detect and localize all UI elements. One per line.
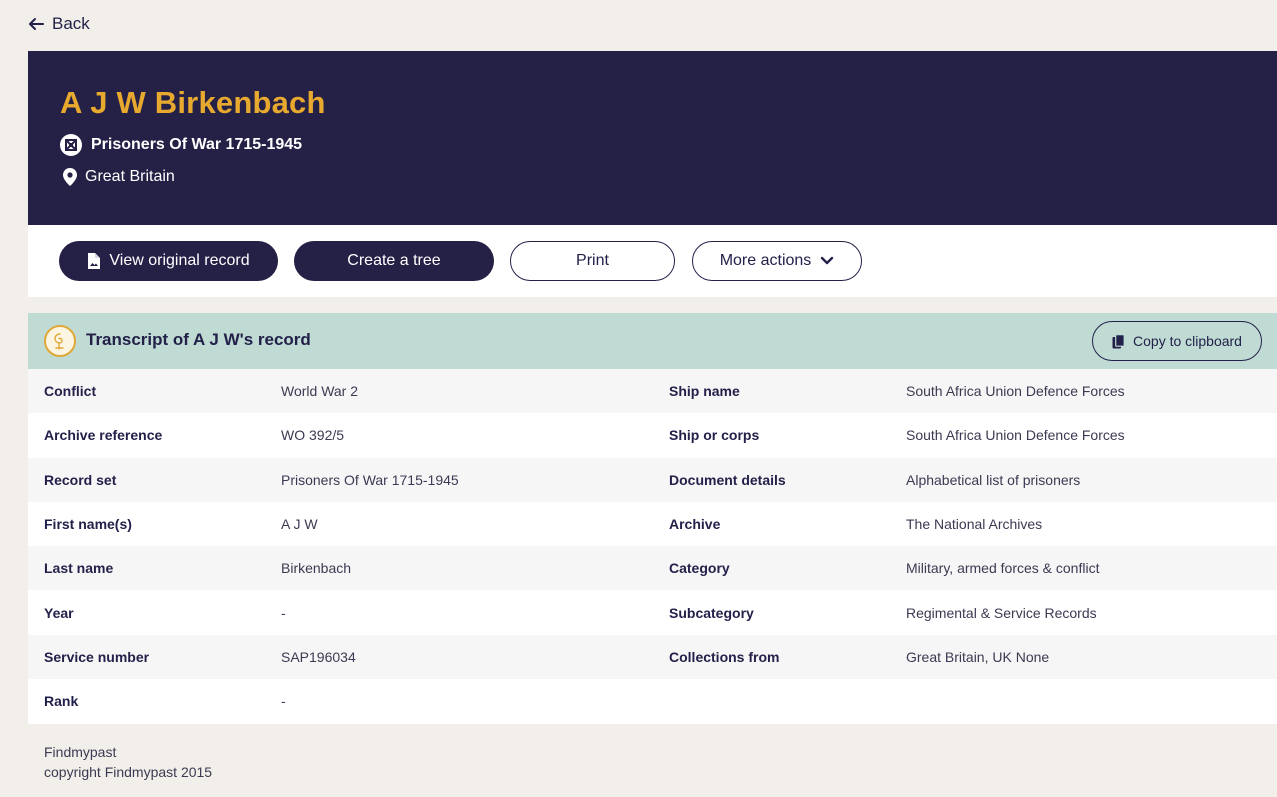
field-label: First name(s) — [44, 516, 132, 533]
back-link[interactable]: Back — [28, 13, 90, 35]
field-label: Archive — [669, 516, 721, 533]
field-value: South Africa Union Defence Forces — [906, 383, 1125, 400]
crest-icon — [60, 134, 82, 156]
field-value: Alphabetical list of prisoners — [906, 471, 1081, 488]
copy-label: Copy to clipboard — [1133, 333, 1242, 349]
table-row: Service number SAP196034 Collections fro… — [28, 634, 1277, 680]
more-actions-label: More actions — [719, 252, 812, 269]
table-row: Archive reference WO 392/5 Ship or corps… — [28, 413, 1277, 457]
field-label: Category — [669, 560, 730, 577]
record-header: A J W Birkenbach Prisoners Of War 1715-1… — [28, 51, 1277, 225]
print-label: Print — [576, 252, 609, 269]
field-value: Regimental & Service Records — [906, 604, 1097, 621]
collection-name: Prisoners Of War 1715-1945 — [91, 136, 303, 153]
field-label: Record set — [44, 471, 117, 488]
field-value: Prisoners Of War 1715-1945 — [281, 471, 459, 488]
field-value: - — [281, 604, 286, 621]
more-actions-button[interactable]: More actions — [692, 241, 862, 281]
field-label: Conflict — [44, 383, 97, 400]
field-value: - — [281, 693, 286, 710]
chevron-down-icon — [821, 256, 834, 265]
back-label: Back — [52, 14, 90, 33]
field-label: Subcategory — [669, 604, 754, 621]
field-value: A J W — [281, 516, 318, 533]
field-value: Birkenbach — [281, 560, 352, 577]
field-label: Year — [44, 604, 74, 621]
create-tree-button[interactable]: Create a tree — [294, 241, 494, 281]
copy-icon — [1112, 333, 1125, 348]
document-image-icon — [88, 253, 101, 269]
field-value: The National Archives — [906, 516, 1043, 533]
table-row: First name(s) A J W Archive The National… — [28, 502, 1277, 546]
transcript-table: Conflict World War 2 Ship name South Afr… — [28, 369, 1277, 723]
field-value: WO 392/5 — [281, 427, 345, 444]
view-original-record-button[interactable]: View original record — [59, 241, 278, 281]
footer: Findmypast copyright Findmypast 2015 — [44, 742, 212, 782]
field-value: SAP196034 — [281, 648, 356, 665]
field-label: Document details — [669, 471, 786, 488]
transcript-panel: Transcript of A J W's record Copy to cli… — [28, 313, 1277, 724]
copy-to-clipboard-button[interactable]: Copy to clipboard — [1092, 321, 1262, 361]
map-pin-icon — [63, 168, 77, 186]
field-label: Ship or corps — [669, 427, 760, 444]
location-name: Great Britain — [85, 168, 175, 185]
transcript-title: Transcript of A J W's record — [86, 330, 311, 349]
field-label: Archive reference — [44, 427, 163, 444]
table-row: Record set Prisoners Of War 1715-1945 Do… — [28, 457, 1277, 502]
field-label: Rank — [44, 693, 79, 710]
footer-copyright: copyright Findmypast 2015 — [44, 764, 213, 780]
table-row: Rank - — [28, 679, 1277, 723]
record-location: Great Britain — [60, 166, 1277, 188]
field-value: World War 2 — [281, 383, 359, 400]
view-original-label: View original record — [109, 252, 250, 269]
transcript-header: Transcript of A J W's record Copy to cli… — [28, 313, 1277, 369]
table-row: Conflict World War 2 Ship name South Afr… — [28, 369, 1277, 414]
field-label: Service number — [44, 648, 150, 665]
field-value: Great Britain, UK None — [906, 648, 1050, 665]
field-label: Ship name — [669, 383, 740, 400]
field-label: Last name — [44, 560, 114, 577]
footer-brand: Findmypast — [44, 744, 117, 760]
transcript-badge-icon — [44, 325, 76, 357]
record-collection: Prisoners Of War 1715-1945 — [60, 133, 1277, 157]
field-label: Collections from — [669, 648, 780, 665]
field-value: Military, armed forces & conflict — [906, 560, 1100, 577]
print-button[interactable]: Print — [510, 241, 675, 281]
table-row: Last name Birkenbach Category Military, … — [28, 546, 1277, 591]
record-name: A J W Birkenbach — [60, 85, 326, 120]
action-bar: View original record Create a tree Print… — [28, 225, 1277, 297]
create-tree-label: Create a tree — [347, 252, 441, 269]
arrow-left-icon — [29, 18, 44, 30]
table-row: Year - Subcategory Regimental & Service … — [28, 590, 1277, 634]
field-value: South Africa Union Defence Forces — [906, 427, 1125, 444]
